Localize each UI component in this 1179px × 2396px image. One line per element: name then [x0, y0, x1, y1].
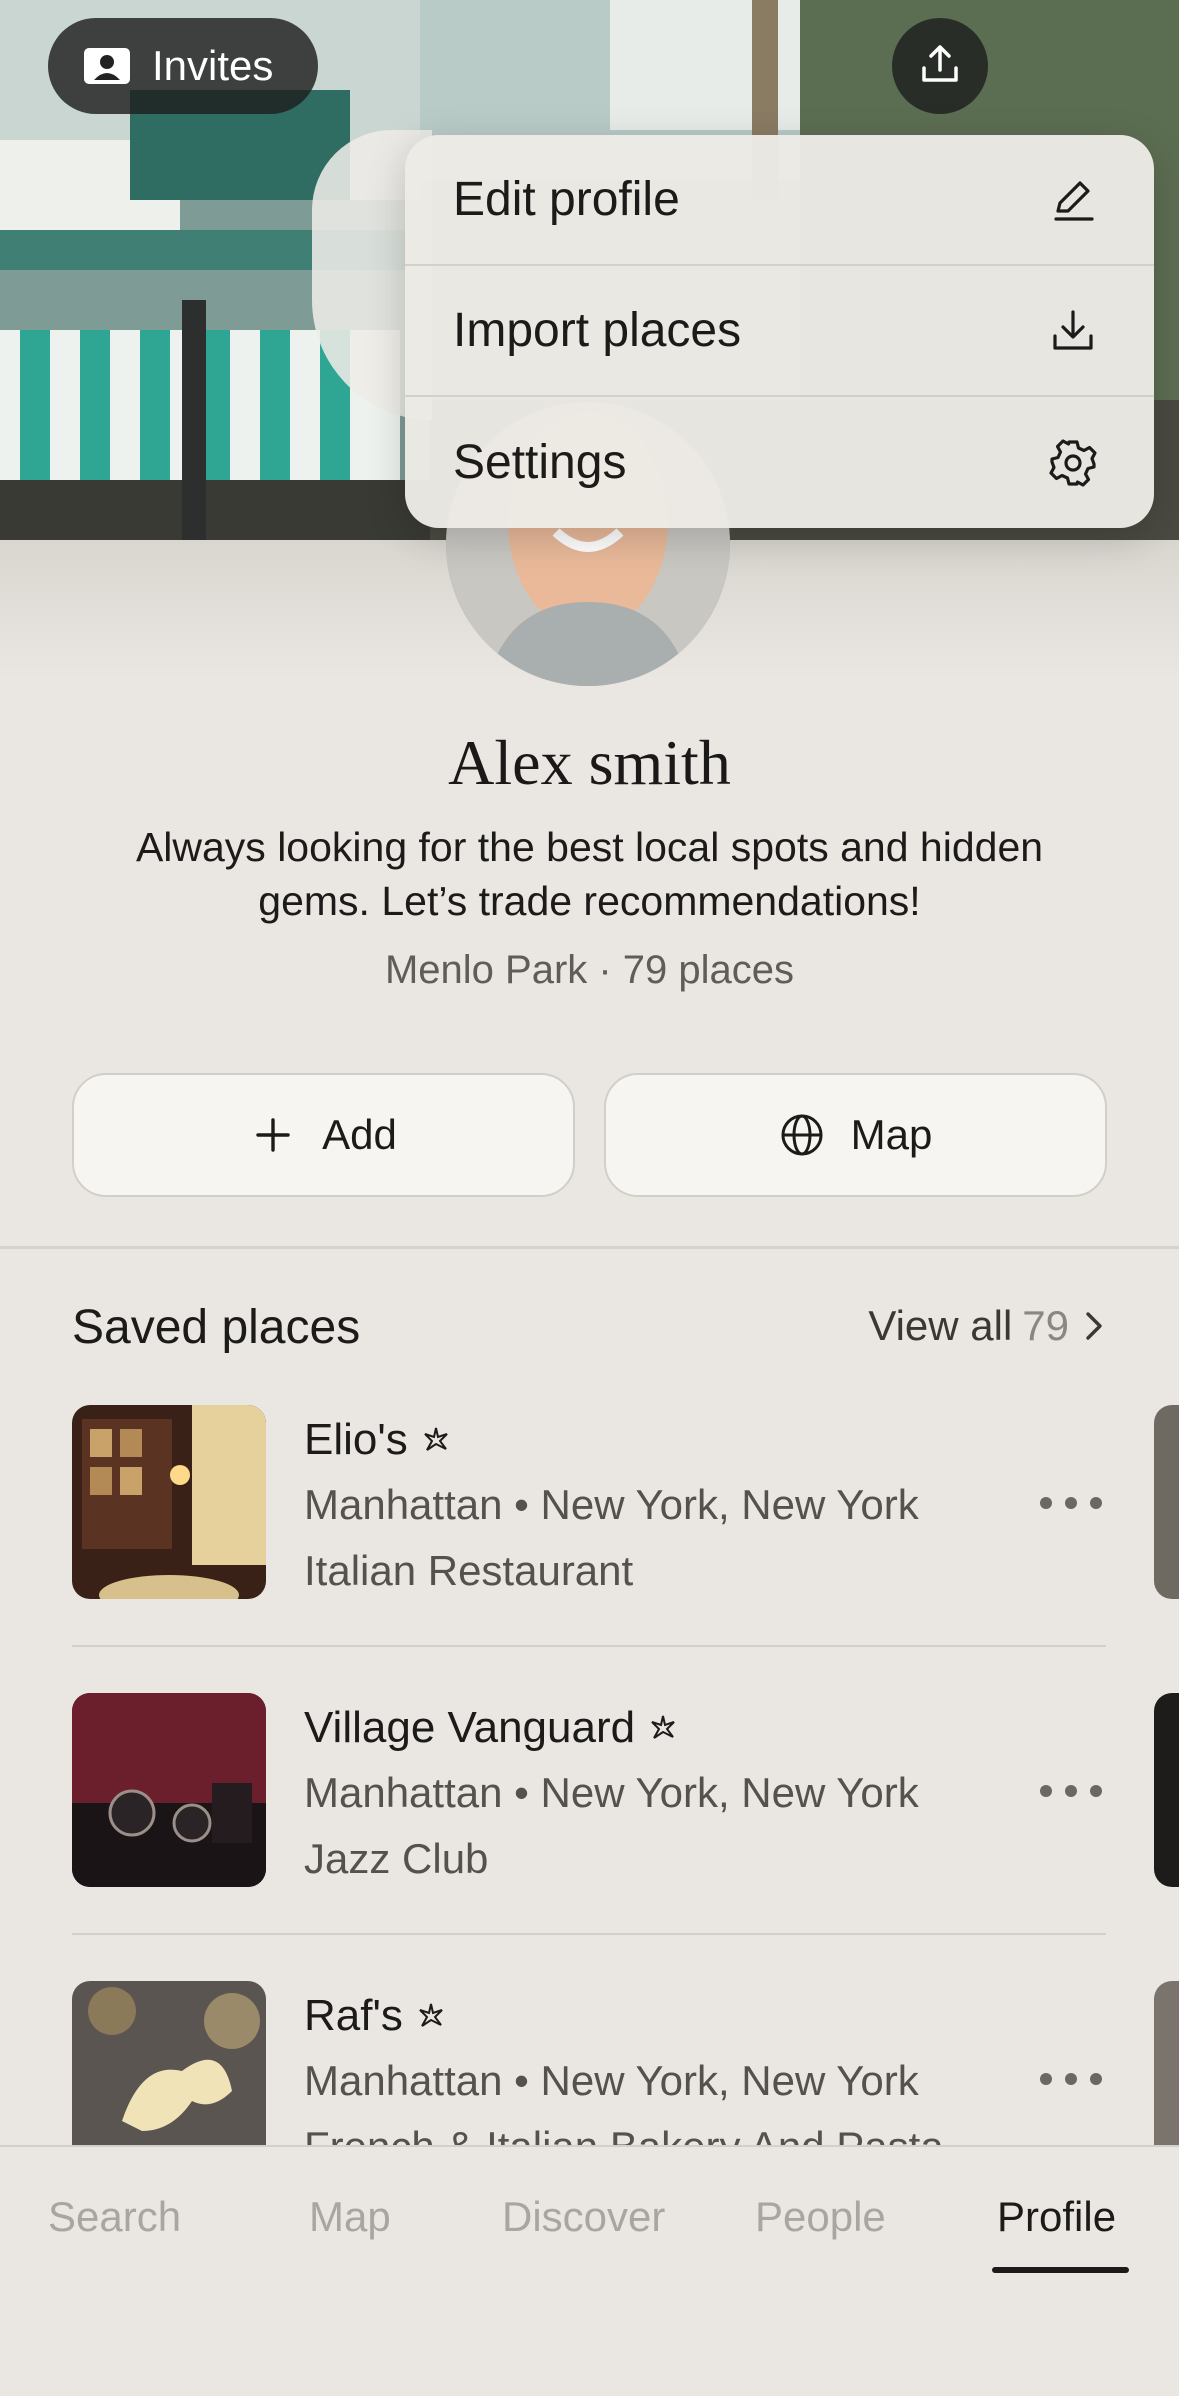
map-label: Map — [850, 1111, 933, 1158]
contact-card-icon — [82, 46, 132, 86]
place-name: Elio's — [304, 1415, 450, 1465]
menu-item-edit-profile[interactable]: Edit profile — [405, 135, 1154, 266]
place-location: Manhattan • New York, New York — [304, 2057, 919, 2104]
profile-meta: Menlo Park · 79 places — [384, 948, 795, 992]
invites-button[interactable]: Invites — [48, 18, 318, 114]
share-icon — [918, 42, 962, 91]
place-peek-thumbnail — [1154, 1693, 1179, 1887]
tab-map[interactable]: Map — [309, 2193, 391, 2241]
invites-label: Invites — [152, 42, 274, 89]
profile-name: Alex smith — [448, 727, 731, 798]
section-divider — [0, 1246, 1179, 1249]
view-all-link[interactable]: View all 79 — [868, 1302, 1109, 1350]
tab-profile[interactable]: Profile — [997, 2193, 1116, 2241]
add-label: Add — [322, 1111, 397, 1158]
place-location: Manhattan • New York, New York — [304, 1481, 919, 1528]
saved-places-list: Elio's Manhattan • New York, New York It… — [0, 1405, 1179, 2145]
place-thumbnail — [72, 1405, 266, 1599]
active-tab-indicator — [992, 2267, 1129, 2273]
place-type: French & Italian Bakery And Pasta — [304, 2123, 944, 2145]
place-thumbnail — [72, 1693, 266, 1887]
globe-icon — [779, 1112, 825, 1158]
place-peek-thumbnail — [1154, 1981, 1179, 2145]
more-options-button[interactable] — [1040, 1483, 1102, 1523]
menu-item-label: Edit profile — [453, 173, 680, 226]
place-name: Village Vanguard — [304, 1703, 677, 1753]
view-all-label: View all — [868, 1302, 1013, 1349]
menu-item-import-places[interactable]: Import places — [405, 266, 1154, 397]
more-options-button[interactable] — [1040, 1771, 1102, 1811]
place-name: Raf's — [304, 1991, 445, 2041]
tab-people[interactable]: People — [755, 2193, 886, 2241]
menu-item-label: Settings — [453, 436, 627, 489]
place-location: Manhattan • New York, New York — [304, 1769, 919, 1816]
list-divider — [72, 1933, 1106, 1935]
gear-icon — [1048, 438, 1098, 488]
list-item[interactable]: Raf's Manhattan • New York, New York Fre… — [0, 1981, 1179, 2145]
tab-discover[interactable]: Discover — [502, 2193, 665, 2241]
more-options-button[interactable] — [1040, 2059, 1102, 2099]
tab-search[interactable]: Search — [48, 2193, 181, 2241]
sparkle-icon — [649, 1714, 677, 1742]
saved-places-title: Saved places — [72, 1301, 361, 1354]
place-type: Italian Restaurant — [304, 1547, 634, 1594]
list-item[interactable]: Elio's Manhattan • New York, New York It… — [0, 1405, 1179, 1693]
place-name-label: Village Vanguard — [304, 1703, 636, 1752]
pencil-icon — [1048, 175, 1098, 225]
add-button[interactable]: Add — [72, 1073, 575, 1197]
place-type: Jazz Club — [304, 1835, 489, 1882]
plus-icon — [250, 1112, 296, 1158]
list-item[interactable]: Village Vanguard Manhattan • New York, N… — [0, 1693, 1179, 1981]
download-icon — [1048, 306, 1098, 356]
profile-bio: Always looking for the best local spots … — [135, 824, 1044, 924]
sparkle-icon — [417, 2002, 445, 2030]
menu-item-settings[interactable]: Settings — [405, 397, 1154, 528]
chevron-right-icon — [1079, 1306, 1109, 1346]
place-thumbnail — [72, 1981, 266, 2145]
view-all-count: 79 — [1022, 1302, 1069, 1349]
share-button[interactable] — [892, 18, 988, 114]
profile-options-menu: Edit profile Import places Settings — [405, 135, 1154, 528]
place-name-label: Elio's — [304, 1415, 408, 1464]
list-divider — [72, 1645, 1106, 1647]
place-peek-thumbnail — [1154, 1405, 1179, 1599]
sparkle-icon — [422, 1426, 450, 1454]
menu-item-label: Import places — [453, 304, 742, 357]
map-button[interactable]: Map — [604, 1073, 1107, 1197]
bottom-tab-bar: Search Map Discover People Profile — [0, 2145, 1179, 2396]
place-name-label: Raf's — [304, 1991, 403, 2040]
